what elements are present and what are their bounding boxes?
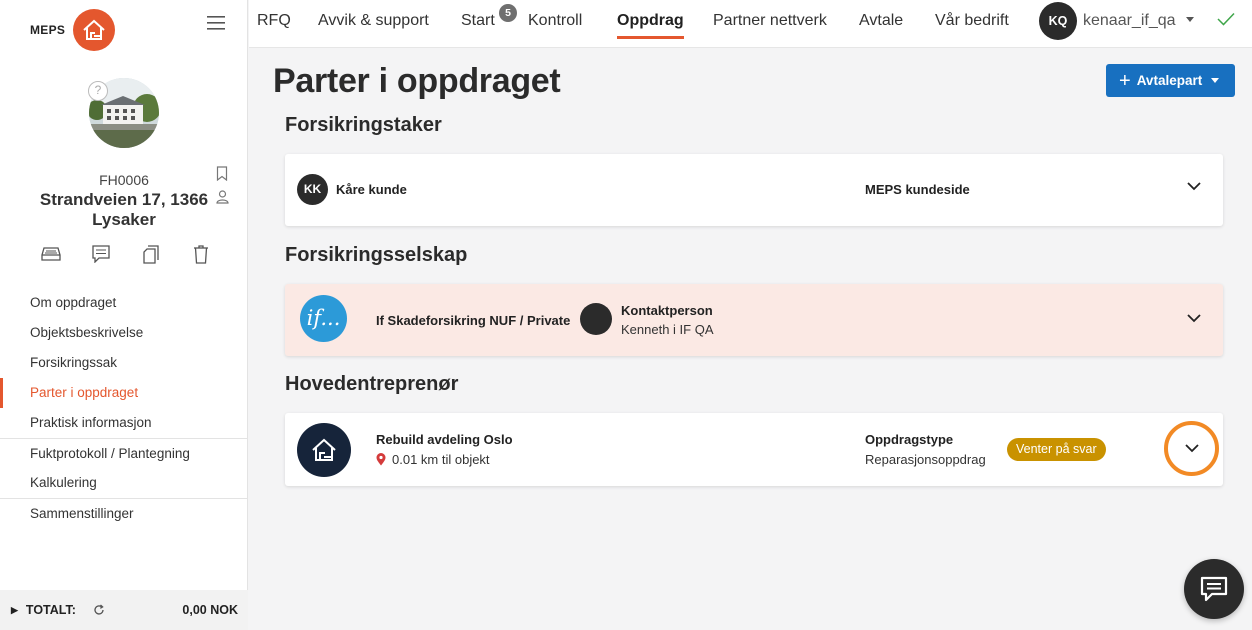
contractor-card[interactable]: Rebuild avdeling Oslo 0.01 km til objekt… [285,413,1223,486]
status-badge: Venter på svar [1007,438,1106,461]
user-name[interactable]: kenaar_if_qa [1083,0,1176,42]
brand-name: MEPS [30,23,66,37]
sidebar-item-om-oppdraget[interactable]: Om oppdraget [0,288,248,318]
check-icon [1217,12,1235,31]
help-icon[interactable]: ? [88,81,108,101]
policyholder-card[interactable]: KK Kåre kunde MEPS kundeside [285,154,1223,226]
contact-name: Kenneth i IF QA [621,322,714,337]
sidebar: MEPS ? FH0006 Strandveien 17, 1366 Lysak… [0,0,248,630]
contact-avatar [580,303,612,335]
dropdown-caret-icon [1211,78,1220,83]
if-logo: if... [300,295,347,342]
section-title-forsikringstaker: Forsikringstaker [285,114,442,136]
person-icon[interactable] [216,190,229,209]
sidebar-nav: Om oppdraget Objektsbeskrivelse Forsikri… [0,288,248,528]
total-bar: ▶ TOTALT: 0,00 NOK [0,590,248,630]
top-nav: RFQ Avvik & support Start 5 Kontroll Opp… [249,0,1252,48]
nav-start[interactable]: Start [461,0,495,44]
expand-total-icon[interactable]: ▶ [11,605,18,616]
location-pin-icon [376,453,386,471]
copy-icon[interactable] [140,243,162,265]
meps-kundeside-link[interactable]: MEPS kundeside [865,182,970,197]
hamburger-icon [207,16,225,30]
expand-insurer-chevron-icon[interactable] [1187,314,1201,323]
add-avtalepart-button[interactable]: + Avtalepart [1106,64,1235,97]
user-menu-caret-icon[interactable] [1186,17,1194,22]
page-title: Parter i oppdraget [273,62,561,100]
meps-logo-icon [73,9,116,51]
chat-icon [1200,576,1228,602]
sidebar-item-fuktprotokoll[interactable]: Fuktprotokoll / Plantegning [0,438,248,468]
sidebar-item-praktisk-informasjon[interactable]: Praktisk informasjon [0,408,248,438]
nav-kontroll[interactable]: Kontroll [528,0,582,44]
contact-label: Kontaktperson [621,303,713,318]
policyholder-avatar: KK [297,174,328,205]
insurer-card[interactable]: if... If Skadeforsikring NUF / Private K… [285,284,1223,356]
object-id: FH0006 [99,172,149,188]
oppdragstype-label: Oppdragstype [865,432,954,447]
bookmark-icon[interactable] [216,166,228,186]
expand-policyholder-chevron-icon[interactable] [1187,182,1201,191]
contractor-distance: 0.01 km til objekt [392,452,490,467]
nav-rfq[interactable]: RFQ [257,0,291,44]
add-avtalepart-label: Avtalepart [1136,73,1203,88]
nav-avvik-support[interactable]: Avvik & support [318,0,429,44]
user-avatar[interactable]: KQ [1039,2,1077,40]
trash-icon[interactable] [190,243,212,265]
policyholder-name: Kåre kunde [336,182,407,197]
insurer-name: If Skadeforsikring NUF / Private [376,313,571,328]
object-address: Strandveien 17, 1366 Lysaker [39,190,209,229]
nav-oppdrag[interactable]: Oppdrag [617,0,684,44]
expand-contractor-chevron-icon[interactable] [1164,421,1219,476]
total-label: TOTALT: [25,603,76,617]
contractor-name: Rebuild avdeling Oslo [376,432,513,447]
nav-var-bedrift[interactable]: Vår bedrift [935,0,1009,44]
plus-icon: + [1119,69,1131,92]
oppdragstype-value: Reparasjonsoppdrag [865,452,986,467]
hamburger-menu-button[interactable] [197,5,235,41]
object-photo[interactable]: ? [88,78,159,148]
nav-partner-nettverk[interactable]: Partner nettverk [713,0,827,44]
sidebar-item-objektsbeskrivelse[interactable]: Objektsbeskrivelse [0,318,248,348]
start-count-badge: 5 [499,4,517,22]
section-title-forsikringsselskap: Forsikringsselskap [285,244,468,266]
brand[interactable]: MEPS [30,9,116,51]
total-value: 0,00 NOK [182,603,238,617]
chat-button[interactable] [1184,559,1244,619]
object-actions [40,243,212,265]
refresh-icon[interactable] [93,604,105,616]
drawer-icon[interactable] [40,243,62,265]
nav-avtale[interactable]: Avtale [859,0,903,44]
comment-icon[interactable] [90,243,112,265]
sidebar-item-forsikringssak[interactable]: Forsikringssak [0,348,248,378]
sidebar-item-kalkulering[interactable]: Kalkulering [0,468,248,498]
section-title-hovedentreprenor: Hovedentreprenør [285,373,459,395]
sidebar-item-parter-i-oppdraget[interactable]: Parter i oppdraget [0,378,248,408]
contractor-logo-icon [297,423,351,477]
sidebar-item-sammenstillinger[interactable]: Sammenstillinger [0,498,248,528]
